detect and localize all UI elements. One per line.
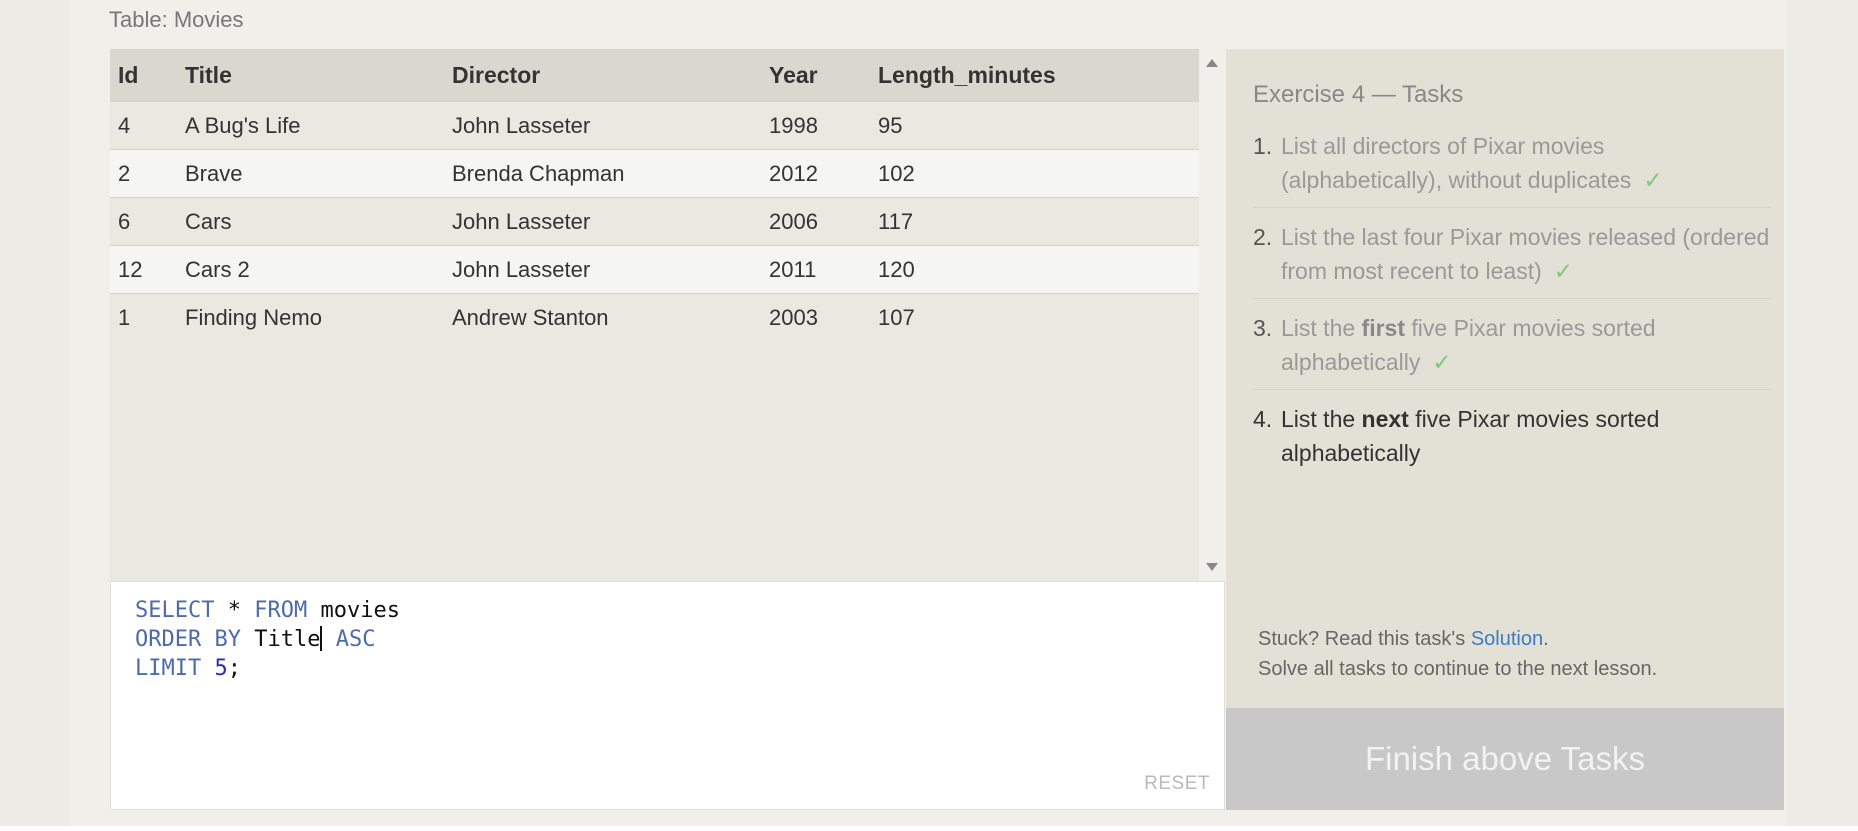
cell-length: 107 [870,293,1199,341]
column-header-id: Id [110,49,177,102]
cell-length: 117 [870,197,1199,246]
page-bottom-band [0,826,1858,831]
cell-id: 1 [110,293,177,341]
column-header-year: Year [761,49,870,102]
table-row: 6 Cars John Lasseter 2006 117 [110,197,1199,246]
table-header-row: Id Title Director Year Length_minutes [110,49,1199,102]
task-text-bold: next [1361,406,1409,432]
task-text: List all directors of Pixar movies (alph… [1281,133,1632,193]
task-text: List the last four Pixar movies released… [1281,224,1770,284]
keyword-order-by: ORDER BY [135,627,241,652]
tasks-panel: Exercise 4 — Tasks 1. List all directors… [1226,49,1784,810]
code-table-name: movies [307,598,400,623]
stuck-text: Stuck? Read this task's [1258,628,1471,650]
solve-all-text: Solve all tasks to continue to the next … [1258,658,1658,680]
cell-length: 120 [870,245,1199,294]
results-table: Id Title Director Year Length_minutes 4 … [110,49,1199,341]
stuck-period: . [1543,628,1549,650]
cell-id: 6 [110,197,177,246]
task-number: 2. [1253,224,1273,250]
keyword-select: SELECT [135,598,215,623]
cell-title: Cars 2 [177,245,444,294]
task-item-4: 4. List the next five Pixar movies sorte… [1253,402,1771,480]
column-header-title: Title [177,49,444,102]
finish-tasks-button[interactable]: Finish above Tasks [1226,708,1784,810]
help-text: Stuck? Read this task's Solution. Solve … [1258,624,1657,684]
keyword-asc: ASC [322,627,376,652]
task-number: 1. [1253,133,1273,159]
cell-id: 2 [110,149,177,198]
cell-year: 1998 [761,101,870,150]
table-scrollbar[interactable] [1199,49,1225,581]
cell-director: Andrew Stanton [444,293,761,341]
results-table-area: Id Title Director Year Length_minutes 4 … [110,49,1225,581]
task-list: 1. List all directors of Pixar movies (a… [1253,129,1771,492]
task-item-1: 1. List all directors of Pixar movies (a… [1253,129,1771,208]
check-icon: ✓ [1432,349,1452,375]
cell-director: Brenda Chapman [444,149,761,198]
table-row: 2 Brave Brenda Chapman 2012 102 [110,149,1199,198]
code-star: * [214,598,255,623]
reset-button[interactable]: RESET [1144,773,1210,795]
code-order-column: Title [240,627,321,652]
scroll-up-arrow-icon[interactable] [1206,59,1218,67]
table-row: 1 Finding Nemo Andrew Stanton 2003 107 [110,293,1199,341]
code-semicolon: ; [227,656,241,681]
cell-year: 2003 [761,293,870,341]
keyword-limit: LIMIT [135,656,202,681]
check-icon: ✓ [1643,167,1663,193]
task-item-2: 2. List the last four Pixar movies relea… [1253,220,1771,299]
cell-id: 4 [110,101,177,150]
task-text-pre: List the [1281,406,1362,432]
check-icon: ✓ [1553,258,1574,284]
task-item-3: 3. List the first five Pixar movies sort… [1253,311,1771,390]
cell-title: A Bug's Life [177,101,444,150]
table-row: 12 Cars 2 John Lasseter 2011 120 [110,245,1199,294]
cell-length: 95 [870,101,1199,150]
cell-length: 102 [870,149,1199,198]
task-number: 4. [1253,406,1273,432]
cell-title: Cars [177,197,444,246]
scroll-down-arrow-icon[interactable] [1206,563,1218,571]
code-limit-number: 5 [201,656,228,681]
cell-year: 2012 [761,149,870,198]
column-header-director: Director [444,49,761,102]
cell-title: Finding Nemo [177,293,444,341]
cell-director: John Lasseter [444,101,761,150]
table-row: 4 A Bug's Life John Lasseter 1998 95 [110,101,1199,150]
cell-year: 2006 [761,197,870,246]
cell-director: John Lasseter [444,197,761,246]
cell-title: Brave [177,149,444,198]
keyword-from: FROM [254,598,308,623]
cell-id: 12 [110,245,177,294]
sql-code[interactable]: SELECT * FROM movies ORDER BY Title ASC … [135,596,400,683]
task-number: 3. [1253,315,1273,341]
task-text-bold: first [1361,315,1405,341]
table-caption: Table: Movies [109,7,244,32]
cell-year: 2011 [761,245,870,294]
tasks-title: Exercise 4 — Tasks [1253,81,1464,108]
sql-editor[interactable]: SELECT * FROM movies ORDER BY Title ASC … [110,581,1225,810]
solution-link[interactable]: Solution [1471,628,1543,650]
cell-director: John Lasseter [444,245,761,294]
column-header-length: Length_minutes [870,49,1199,102]
task-text-pre: List the [1281,315,1362,341]
